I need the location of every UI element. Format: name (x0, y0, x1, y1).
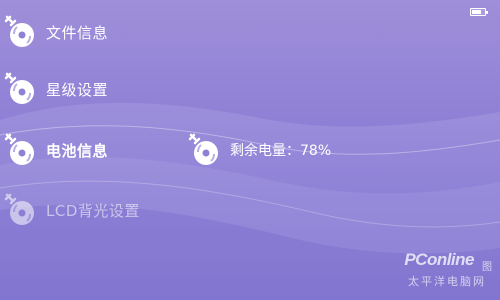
watermark: PConline 图 太平洋电脑网 (372, 246, 492, 296)
watermark-subtitle: 太平洋电脑网 (408, 275, 486, 288)
disc-wrench-icon (4, 133, 34, 165)
watermark-logo: PConline (404, 250, 474, 269)
player-screen: 文件信息 星级设置 电池信息 LCD背光设置 剩余电量：78% PConline… (0, 0, 500, 300)
disc-wrench-icon (4, 15, 34, 47)
menu-item-file-info[interactable]: 文件信息 (4, 12, 108, 52)
menu-item-label: LCD背光设置 (46, 201, 140, 220)
menu-item-label: 星级设置 (46, 80, 109, 99)
watermark-tag: 图 (482, 262, 492, 273)
menu-item-label: 电池信息 (46, 141, 109, 160)
menu-item-label: 文件信息 (46, 23, 109, 42)
menu-item-star-rating[interactable]: 星级设置 (4, 69, 108, 109)
remaining-battery-text: 剩余电量：78% (230, 143, 332, 159)
menu-item-lcd-backlight[interactable]: LCD背光设置 (4, 190, 140, 230)
menu-item-battery-info[interactable]: 电池信息 (4, 130, 108, 170)
disc-wrench-icon (4, 72, 34, 104)
disc-wrench-icon (188, 133, 218, 165)
disc-wrench-icon (4, 193, 34, 225)
battery-detail: 剩余电量：78% (188, 130, 331, 170)
